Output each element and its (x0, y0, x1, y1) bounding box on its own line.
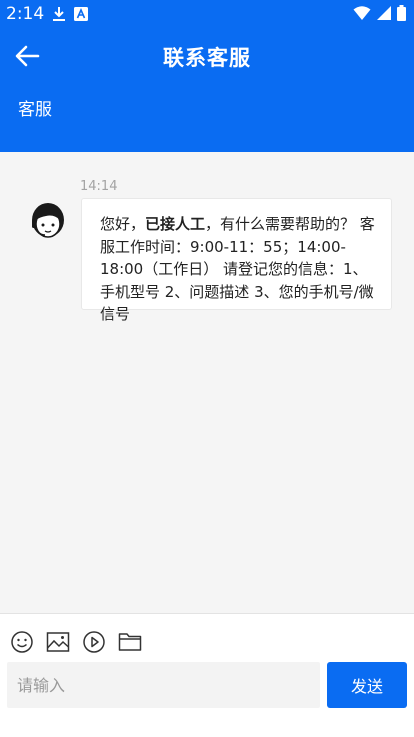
status-icons-left (52, 6, 88, 22)
nav-bar: 联系客服 (0, 32, 414, 78)
header: 2:14 联系客服 客服 (0, 0, 414, 152)
message-input[interactable] (7, 662, 320, 708)
message-text-bold: 已接人工 (145, 215, 206, 233)
send-button[interactable]: 发送 (327, 662, 407, 708)
tab-customer-service[interactable]: 客服 (18, 95, 52, 120)
font-a-icon (74, 7, 88, 21)
battery-icon (397, 5, 406, 21)
composer-panel: 发送 (0, 613, 414, 737)
status-icons-right (353, 5, 406, 21)
message-text-prefix: 您好， (100, 215, 146, 233)
status-time: 2:14 (6, 4, 45, 24)
emoji-icon[interactable] (10, 630, 34, 654)
chat-area[interactable]: 14:14 您好，已接人工，有什么需要帮助的？ 客服工作时间：9:00-11：5… (0, 152, 414, 613)
agent-message-bubble: 您好，已接人工，有什么需要帮助的？ 客服工作时间：9:00-11：55；14:0… (81, 198, 392, 323)
page-title: 联系客服 (163, 46, 251, 70)
agent-headset-avatar-icon (32, 203, 64, 238)
video-icon[interactable] (82, 630, 106, 654)
status-bar: 2:14 (0, 0, 414, 28)
image-icon[interactable] (46, 630, 70, 654)
message-time: 14:14 (80, 179, 118, 194)
folder-icon[interactable] (118, 630, 142, 654)
download-icon (53, 7, 65, 21)
attachment-toolbar (10, 630, 142, 654)
cell-signal-icon (377, 5, 391, 20)
agent-avatar (28, 198, 68, 242)
wifi-icon (353, 5, 371, 20)
